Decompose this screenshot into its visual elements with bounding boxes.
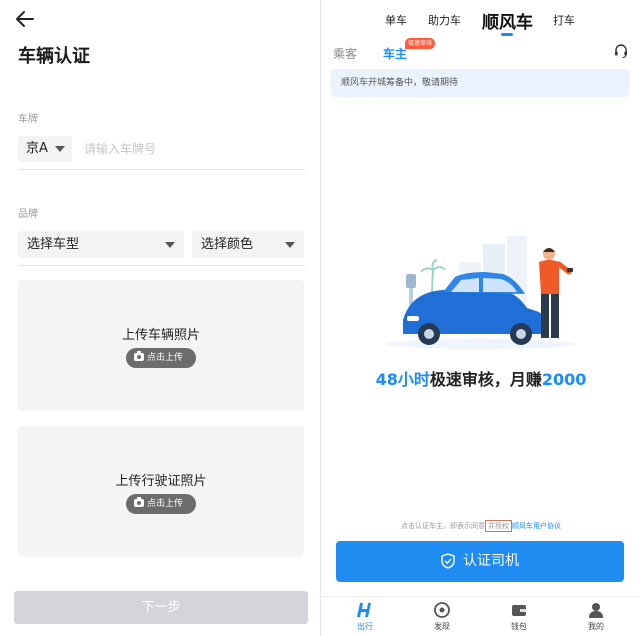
plate-number-input[interactable] xyxy=(84,139,294,159)
vehicle-photo-title: 上传车辆照片 xyxy=(121,328,200,343)
tab-hitch-ride[interactable]: 顺风车 xyxy=(482,8,533,33)
person-icon xyxy=(589,603,603,618)
wallet-icon xyxy=(512,605,526,616)
nav-label: 出行 xyxy=(357,622,373,631)
tab-e-bike[interactable]: 助力车 xyxy=(428,12,461,28)
camera-icon xyxy=(134,497,144,507)
compass-icon xyxy=(434,602,450,618)
active-tab-indicator xyxy=(501,33,513,36)
fast-review-badge: 极速审核 xyxy=(405,38,436,49)
nav-label: 我的 xyxy=(588,622,604,631)
car-model-select[interactable]: 选择车型 xyxy=(18,231,184,258)
tab-passenger[interactable]: 乘客 xyxy=(333,45,357,62)
color-select[interactable]: 选择颜色 xyxy=(192,231,304,258)
nav-label: 钱包 xyxy=(511,622,527,631)
vehicle-photo-upload-button[interactable]: 点击上传 xyxy=(126,348,196,368)
plate-row: 京A xyxy=(18,136,305,170)
promo-amount: 2000 xyxy=(541,370,587,389)
tab-taxi[interactable]: 打车 xyxy=(553,12,575,28)
tab-bike[interactable]: 单车 xyxy=(385,12,407,28)
upload-button-label: 点击上传 xyxy=(147,353,184,363)
upload-button-label: 点击上传 xyxy=(147,499,184,509)
color-select-label: 选择颜色 xyxy=(201,237,254,252)
page-title: 车辆认证 xyxy=(18,46,90,67)
plate-prefix-select[interactable]: 京A xyxy=(18,136,72,162)
top-tab-bar: 单车 助力车 顺风车 打车 xyxy=(321,0,640,36)
chevron-down-icon xyxy=(285,242,295,248)
camera-icon xyxy=(134,351,144,361)
license-photo-upload-button[interactable]: 点击上传 xyxy=(126,494,196,514)
nav-item-travel[interactable]: 出行 xyxy=(345,601,385,632)
car-model-select-label: 选择车型 xyxy=(27,237,80,252)
chevron-down-icon xyxy=(165,242,175,248)
h-logo-icon xyxy=(357,603,371,617)
hitch-ride-screen: 单车 助力车 顺风车 打车 乘客 车主 极速审核 顺风车开城筹备中，敬请期待 4… xyxy=(320,0,640,636)
agreement-text: 点击认证车主，即表示同意 并授权 顺风车用户协议 xyxy=(321,520,640,532)
notice-banner: 顺风车开城筹备中，敬请期待 xyxy=(331,69,629,97)
plate-prefix-value: 京A xyxy=(26,141,48,156)
bottom-nav: 出行 发现 钱包 我的 xyxy=(321,596,640,636)
license-photo-title: 上传行驶证照片 xyxy=(115,474,207,489)
promo-text: 极速审核，月赚 xyxy=(429,370,542,389)
headset-icon[interactable] xyxy=(613,43,629,59)
brand-label: 品牌 xyxy=(18,209,38,220)
promo-headline: 48小时极速审核，月赚2000 xyxy=(321,366,640,390)
nav-label: 发现 xyxy=(434,622,450,631)
divider xyxy=(18,265,305,266)
chevron-down-icon xyxy=(55,146,65,152)
next-step-button[interactable]: 下一步 xyxy=(14,591,308,624)
agreement-authorize: 并授权 xyxy=(485,520,512,532)
user-agreement-link[interactable]: 顺风车用户协议 xyxy=(512,522,561,530)
shield-check-icon xyxy=(441,553,455,569)
certify-driver-label: 认证司机 xyxy=(463,553,519,569)
vehicle-certification-screen: 车辆认证 车牌 京A 品牌 选择车型 选择颜色 上传车辆照片 点击上传 上传行驶… xyxy=(0,0,320,636)
certify-driver-button[interactable]: 认证司机 xyxy=(336,541,624,582)
promo-hours: 48小时 xyxy=(375,370,430,389)
back-arrow-icon[interactable] xyxy=(14,8,36,30)
tab-owner[interactable]: 车主 xyxy=(383,45,407,62)
vehicle-photo-upload-card[interactable]: 上传车辆照片 点击上传 xyxy=(18,280,304,411)
agreement-prefix: 点击认证车主，即表示同意 xyxy=(401,522,485,530)
nav-item-wallet[interactable]: 钱包 xyxy=(499,601,539,632)
car-driver-illustration xyxy=(386,236,576,349)
nav-item-discover[interactable]: 发现 xyxy=(422,601,462,632)
license-photo-upload-card[interactable]: 上传行驶证照片 点击上传 xyxy=(18,426,304,557)
nav-item-profile[interactable]: 我的 xyxy=(576,601,616,632)
plate-label: 车牌 xyxy=(18,114,38,125)
